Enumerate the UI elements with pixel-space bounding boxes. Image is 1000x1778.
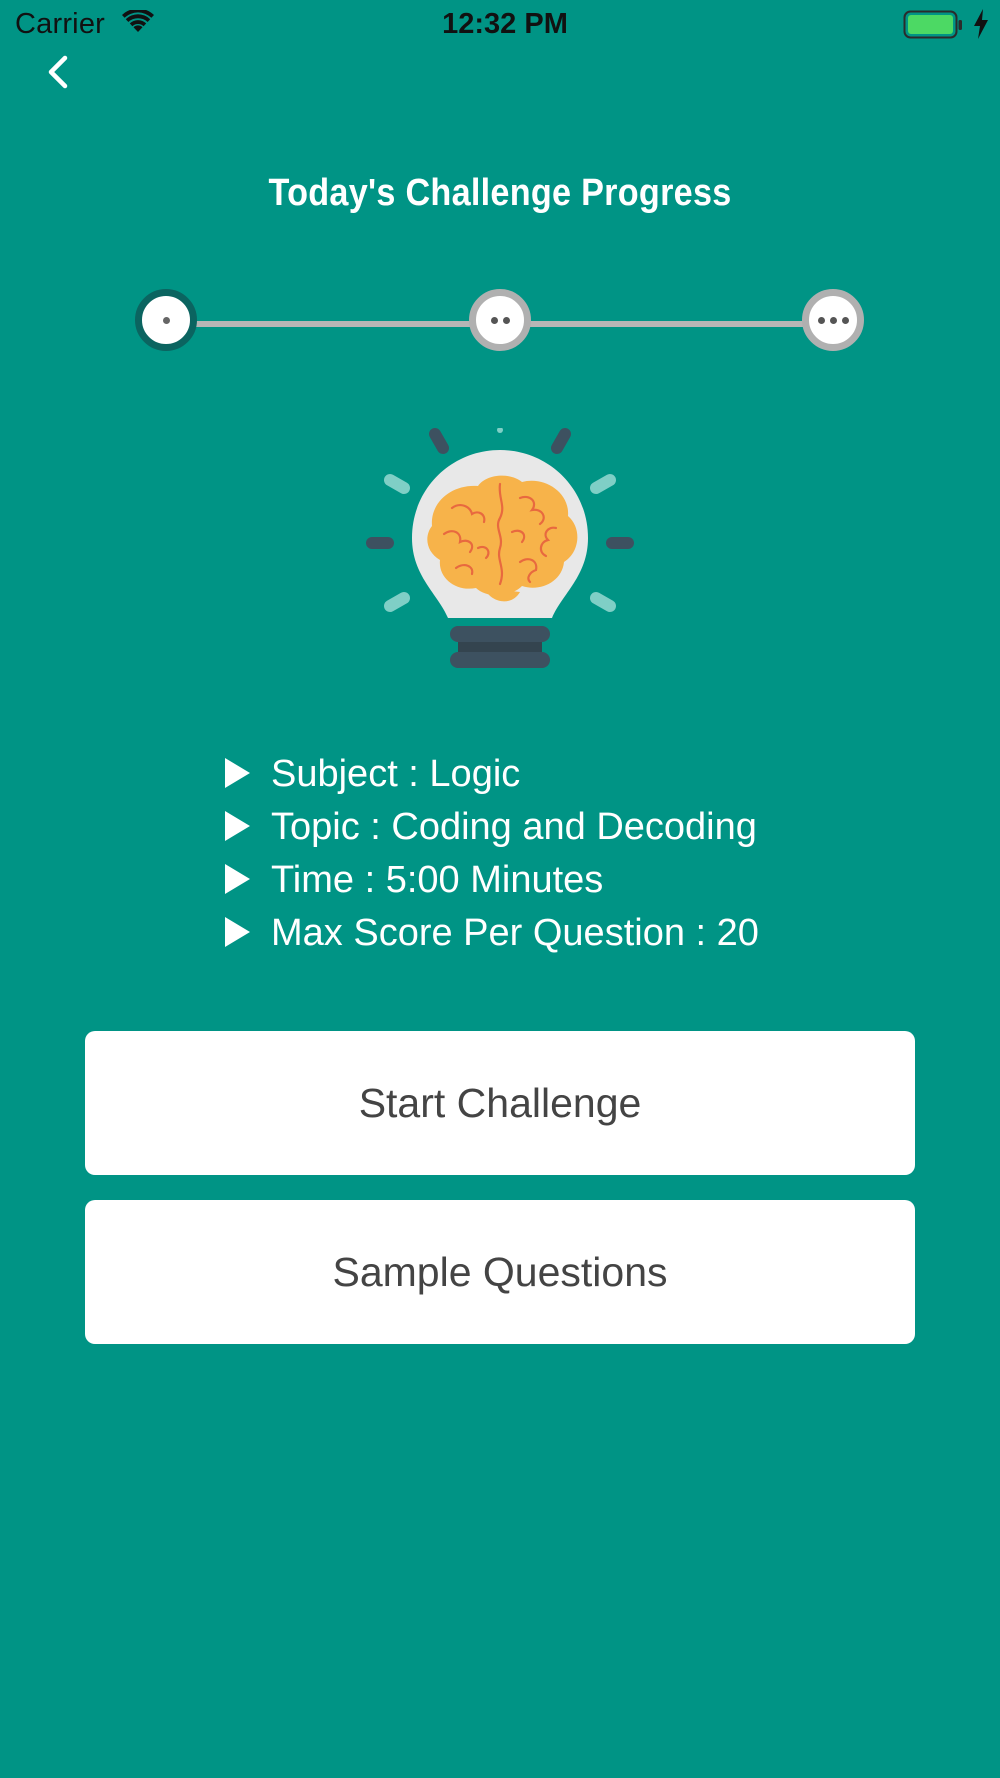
info-item-topic: Topic : Coding and Decoding (225, 801, 759, 854)
stepper-connector (530, 321, 806, 327)
info-item-max-score: Max Score Per Question : 20 (225, 907, 759, 960)
lightbulb-brain-icon (360, 427, 640, 678)
progress-step-2 (469, 289, 531, 351)
progress-step-3 (802, 289, 864, 351)
step-dot (841, 316, 849, 324)
back-button[interactable] (36, 50, 80, 94)
info-item-subject: Subject : Logic (225, 748, 759, 801)
progress-step-1 (135, 289, 197, 351)
step-dot (490, 316, 498, 324)
challenge-progress-stepper (0, 284, 1000, 364)
step-dot (502, 316, 510, 324)
challenge-info-list: Subject : Logic Topic : Coding and Decod… (225, 748, 759, 960)
stepper-connector (196, 321, 476, 327)
status-bar: Carrier 12:32 PM (0, 0, 1000, 50)
step-dot (817, 316, 825, 324)
play-triangle-icon (225, 863, 250, 894)
battery-icon (903, 10, 963, 45)
info-item-label: Subject : Logic (271, 753, 521, 795)
status-time: 12:32 PM (442, 8, 568, 40)
play-triangle-icon (225, 916, 250, 947)
info-item-label: Max Score Per Question : 20 (271, 912, 759, 954)
charging-bolt-icon (972, 8, 990, 45)
step-dot (829, 316, 837, 324)
chevron-left-icon (48, 55, 68, 89)
sample-questions-button[interactable]: Sample Questions (85, 1200, 915, 1344)
page-title: Today's Challenge Progress (268, 172, 732, 214)
step-dot (162, 316, 170, 324)
info-item-label: Time : 5:00 Minutes (271, 859, 604, 901)
info-item-time: Time : 5:00 Minutes (225, 854, 759, 907)
info-item-label: Topic : Coding and Decoding (271, 806, 757, 848)
start-challenge-button[interactable]: Start Challenge (85, 1031, 915, 1175)
play-triangle-icon (225, 810, 250, 841)
play-triangle-icon (225, 757, 250, 788)
